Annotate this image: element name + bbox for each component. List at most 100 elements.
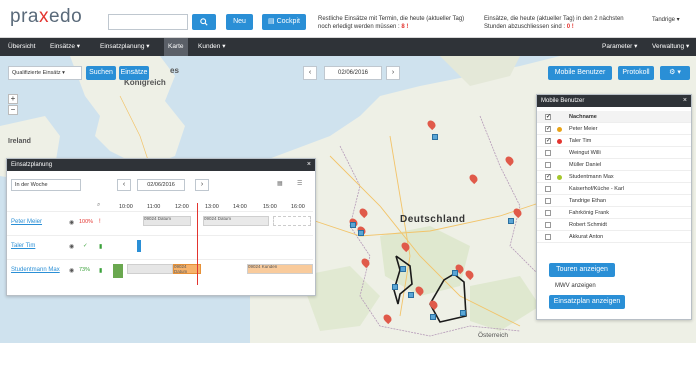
- map-vehicle-icon[interactable]: [432, 134, 438, 140]
- nav-verwaltung[interactable]: Verwaltung ▾: [648, 38, 693, 56]
- map-vehicle-icon[interactable]: [430, 314, 436, 320]
- map-vehicle-icon[interactable]: [452, 270, 458, 276]
- user-menu[interactable]: Tandrige ▾: [652, 16, 680, 23]
- map-prev-day-button[interactable]: ‹: [303, 66, 317, 80]
- map-einsaetze-button[interactable]: Einsätze: [119, 66, 149, 80]
- mobile-user-row[interactable]: ✓ Peter Meier: [537, 123, 691, 135]
- calendar-icon[interactable]: ▦: [277, 180, 283, 187]
- mobile-user-row[interactable]: Weingut Willi: [537, 147, 691, 159]
- map-vehicle-icon[interactable]: [350, 222, 356, 228]
- hour-label: 14:00: [233, 204, 247, 210]
- deployment-panel-header[interactable]: Einsatzplanung ×: [7, 159, 315, 171]
- mobile-users-panel-header[interactable]: Mobile Benutzer ×: [537, 95, 691, 107]
- map-vehicle-icon[interactable]: [408, 292, 414, 298]
- deployment-slot[interactable]: [273, 216, 311, 226]
- close-icon[interactable]: ×: [307, 159, 311, 171]
- worker-row: Studentmann Max ◉ 73% ▮ 09024 Datum 0902…: [7, 259, 313, 283]
- mobile-user-checkbox[interactable]: [545, 186, 551, 192]
- deployment-next-button[interactable]: ›: [195, 179, 209, 191]
- column-header-lastname[interactable]: Nachname: [569, 111, 597, 123]
- deployment-marker[interactable]: [137, 240, 141, 252]
- close-icon[interactable]: ×: [683, 95, 687, 107]
- praxedo-logo[interactable]: praxedo: [10, 6, 82, 28]
- eye-icon[interactable]: ◉: [69, 219, 74, 226]
- mobile-user-row[interactable]: ✓ Studentmann Max: [537, 171, 691, 183]
- zoom-out-button[interactable]: −: [8, 105, 18, 115]
- user-color-dot: [557, 175, 562, 180]
- mobile-user-checkbox[interactable]: [545, 234, 551, 240]
- map-vehicle-icon[interactable]: [392, 284, 398, 290]
- chevron-left-icon: ‹: [308, 69, 312, 76]
- worker-name[interactable]: Studentmann Max: [11, 267, 60, 273]
- nav-parameter[interactable]: Parameter ▾: [598, 38, 641, 56]
- mobile-user-checkbox[interactable]: [545, 150, 551, 156]
- deployment-marker[interactable]: [113, 264, 123, 278]
- mobile-user-checkbox[interactable]: ✓: [545, 126, 551, 132]
- deployment-bar[interactable]: 09024 Datum: [203, 216, 269, 226]
- mobile-user-checkbox[interactable]: [545, 210, 551, 216]
- mobile-users-button[interactable]: Mobile Benutzer: [548, 66, 612, 80]
- new-button[interactable]: Neu: [226, 14, 253, 30]
- nav-einsatzplanung[interactable]: Einsatzplanung ▾: [96, 38, 154, 56]
- status-indicator: ▮: [99, 244, 103, 250]
- mobile-user-row[interactable]: Kaiserhof/Küche - Karl: [537, 183, 691, 195]
- deployment-range-select[interactable]: In der Woche: [11, 179, 81, 191]
- deployment-bar[interactable]: 09024 Datum: [143, 216, 191, 226]
- eye-icon[interactable]: ◉: [69, 243, 74, 250]
- worker-row: Peter Meier ◉ 100% ! 09024 Datum 09024 D…: [7, 211, 313, 235]
- list-icon[interactable]: ☰: [297, 180, 302, 187]
- protocol-button[interactable]: Protokoll: [618, 66, 654, 80]
- current-time-line: [197, 203, 198, 285]
- mobile-user-row[interactable]: Fahrkönig Frank: [537, 207, 691, 219]
- eye-icon[interactable]: ◉: [69, 267, 74, 274]
- deployment-date-field[interactable]: 02/06/2016: [137, 179, 185, 191]
- mobile-user-row[interactable]: Robert Schmidt: [537, 219, 691, 231]
- worker-name[interactable]: Taler Tim: [11, 243, 35, 249]
- mobile-user-checkbox[interactable]: ✓: [545, 138, 551, 144]
- search-icon[interactable]: ⌕: [97, 202, 100, 209]
- notification-upcoming-tasks[interactable]: Einsätze, die heute (aktueller Tag) in d…: [484, 15, 634, 31]
- nav-kunden[interactable]: Kunden ▾: [194, 38, 229, 56]
- map-date-field[interactable]: 02/06/2016: [324, 66, 382, 80]
- show-deployment-plan-button[interactable]: Einsatzplan anzeigen: [549, 295, 625, 309]
- mobile-users-header-row: ✓ Nachname: [537, 111, 691, 123]
- map-vehicle-icon[interactable]: [508, 218, 514, 224]
- map-vehicle-icon[interactable]: [358, 230, 364, 236]
- map-search-button[interactable]: Suchen: [86, 66, 116, 80]
- header-search-button[interactable]: [192, 14, 216, 30]
- mobile-user-checkbox[interactable]: ✓: [545, 174, 551, 180]
- select-all-checkbox[interactable]: ✓: [545, 114, 551, 120]
- map-label-austria: Österreich: [478, 332, 508, 339]
- mobile-user-row[interactable]: ✓ Taler Tim: [537, 135, 691, 147]
- mobile-user-checkbox[interactable]: [545, 162, 551, 168]
- worker-name[interactable]: Peter Meier: [11, 219, 42, 225]
- map-next-day-button[interactable]: ›: [386, 66, 400, 80]
- map-vehicle-icon[interactable]: [460, 310, 466, 316]
- zoom-in-button[interactable]: +: [8, 94, 18, 104]
- nav-karte[interactable]: Karte: [164, 38, 188, 56]
- nav-einsaetze[interactable]: Einsätze ▾: [46, 38, 84, 56]
- show-mwv-link[interactable]: MWV anzeigen: [555, 283, 596, 289]
- header-search-input[interactable]: [108, 14, 188, 30]
- mobile-user-name: Müller Daniel: [569, 162, 602, 168]
- map-settings-button[interactable]: ⚙ ▾: [660, 66, 690, 80]
- worker-row: Taler Tim ◉ ✓ ▮: [7, 235, 313, 259]
- mobile-user-name: Studentmann Max: [569, 174, 614, 180]
- mobile-user-row[interactable]: Müller Daniel: [537, 159, 691, 171]
- cockpit-button[interactable]: ▤ Cockpit: [262, 14, 306, 30]
- notification-remaining-tasks[interactable]: Restliche Einsätze mit Termin, die heute…: [318, 15, 478, 31]
- mobile-user-checkbox[interactable]: [545, 222, 551, 228]
- search-icon: [200, 18, 208, 26]
- mobile-user-checkbox[interactable]: [545, 198, 551, 204]
- worker-workload: 100%: [79, 219, 94, 225]
- deployment-bar[interactable]: 09024 Kunden: [247, 264, 313, 274]
- deployment-prev-button[interactable]: ‹: [117, 179, 131, 191]
- qualification-filter-select[interactable]: Qualifizierte Einsätz ▾: [8, 66, 82, 80]
- map-vehicle-icon[interactable]: [400, 266, 406, 272]
- show-tours-button[interactable]: Touren anzeigen: [549, 263, 615, 277]
- mobile-user-row[interactable]: Tandrige Ethan: [537, 195, 691, 207]
- notif2-text: Einsätze, die heute (aktueller Tag) in d…: [484, 16, 624, 30]
- mobile-user-row[interactable]: Akkurat Anton: [537, 231, 691, 243]
- deployment-slot[interactable]: [127, 264, 173, 274]
- nav-overview[interactable]: Übersicht: [4, 38, 39, 56]
